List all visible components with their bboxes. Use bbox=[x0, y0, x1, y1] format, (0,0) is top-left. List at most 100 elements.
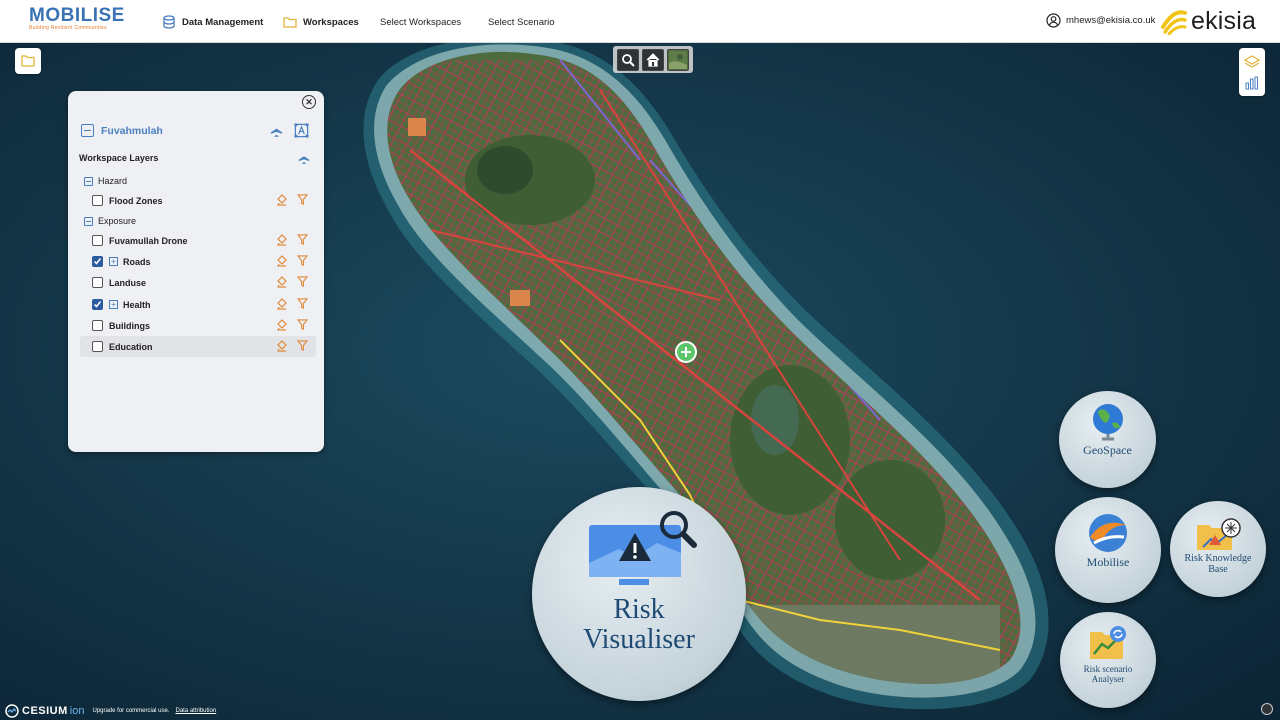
group-exposure-label: Exposure bbox=[98, 216, 137, 226]
cesium-wordmark: CESIUM bbox=[22, 705, 68, 717]
nav-data-management-label: Data Management bbox=[182, 16, 264, 28]
data-attribution-link[interactable]: Data attribution bbox=[176, 708, 217, 714]
nav-select-workspaces-label: Select Workspaces bbox=[380, 16, 462, 28]
filter-icon[interactable] bbox=[297, 340, 308, 351]
search-icon bbox=[622, 53, 636, 67]
risk-knowledge-base-label: Risk Knowledge Base bbox=[1184, 553, 1252, 575]
mobilise-label: Mobilise bbox=[1086, 555, 1130, 569]
style-bucket-icon[interactable] bbox=[276, 319, 288, 331]
style-bucket-icon[interactable] bbox=[276, 234, 288, 246]
risk-visualiser-app-button[interactable]: Risk Visualiser bbox=[532, 487, 746, 701]
style-bucket-icon[interactable] bbox=[276, 276, 288, 288]
workspace-layers-title: Workspace Layers bbox=[79, 153, 159, 163]
style-bucket-icon[interactable] bbox=[276, 255, 288, 267]
upgrade-notice: Upgrade for commercial use. bbox=[92, 708, 170, 714]
map-toolbar bbox=[613, 46, 693, 73]
layer-roads-label: Roads bbox=[123, 256, 151, 267]
layer-landuse: Landuse bbox=[80, 272, 316, 293]
user-account[interactable]: mhews@ekisia.co.uk bbox=[1046, 13, 1155, 28]
nav-select-workspaces[interactable]: Select Workspaces bbox=[380, 13, 461, 31]
search-button[interactable] bbox=[617, 48, 640, 71]
filter-icon[interactable] bbox=[297, 298, 308, 309]
edit-workspace-icon[interactable] bbox=[294, 123, 309, 138]
top-navbar: MOBILISE Building Resilient Communities … bbox=[0, 0, 1280, 43]
group-hazard[interactable]: Hazard bbox=[84, 176, 127, 186]
nav-select-scenario-label: Select Scenario bbox=[488, 16, 555, 28]
collapse-group-icon[interactable] bbox=[84, 176, 93, 186]
geospace-app-button[interactable]: GeoSpace bbox=[1059, 391, 1156, 488]
home-icon bbox=[646, 52, 660, 67]
workspace-header: Fuvahmulah bbox=[81, 124, 163, 137]
collapse-workspace-button[interactable] bbox=[81, 124, 94, 137]
home-button[interactable] bbox=[641, 48, 664, 71]
user-icon bbox=[1046, 13, 1061, 28]
fly-to-layers-icon[interactable] bbox=[297, 151, 311, 165]
database-icon bbox=[162, 15, 176, 29]
nav-workspaces[interactable]: Workspaces bbox=[283, 13, 359, 31]
folder-icon bbox=[283, 15, 297, 29]
layer-buildings: Buildings bbox=[80, 315, 316, 336]
layer-buildings-label: Buildings bbox=[109, 320, 150, 331]
knowledge-folder-brain-icon bbox=[1197, 518, 1241, 550]
group-exposure[interactable]: Exposure bbox=[84, 216, 136, 226]
layer-drone-checkbox[interactable] bbox=[92, 235, 103, 246]
user-email: mhews@ekisia.co.uk bbox=[1066, 15, 1156, 26]
style-bucket-icon[interactable] bbox=[276, 340, 288, 352]
style-bucket-icon[interactable] bbox=[276, 194, 288, 206]
style-bucket-icon[interactable] bbox=[276, 298, 288, 310]
open-workspace-folder-button[interactable] bbox=[15, 48, 41, 74]
base-layer-picker-button[interactable] bbox=[666, 48, 689, 71]
risk-scenario-analyser-label: Risk scenario Analyser bbox=[1083, 664, 1133, 684]
ekisia-swirl-icon bbox=[1161, 10, 1187, 35]
close-icon: ✕ bbox=[305, 96, 313, 107]
layer-health-label: Health bbox=[123, 299, 151, 310]
layer-roads-checkbox[interactable] bbox=[92, 256, 103, 267]
layer-landuse-checkbox[interactable] bbox=[92, 277, 103, 288]
nav-data-management[interactable]: Data Management bbox=[162, 13, 263, 31]
layer-flood-zones-checkbox[interactable] bbox=[92, 195, 103, 206]
filter-icon[interactable] bbox=[297, 276, 308, 287]
geospace-label: GeoSpace bbox=[1083, 443, 1132, 457]
filter-icon[interactable] bbox=[297, 194, 308, 205]
mobilise-logo[interactable]: MOBILISE Building Resilient Communities bbox=[29, 6, 125, 31]
filter-icon[interactable] bbox=[297, 255, 308, 266]
globe-icon bbox=[1092, 404, 1123, 441]
expand-layer-button[interactable]: + bbox=[109, 257, 118, 266]
risk-visualiser-label: Risk Visualiser bbox=[583, 594, 695, 655]
cesium-ion-wordmark: ion bbox=[69, 705, 85, 717]
fly-to-workspace-icon[interactable] bbox=[269, 123, 284, 138]
filter-icon[interactable] bbox=[297, 319, 308, 330]
layer-buildings-checkbox[interactable] bbox=[92, 320, 103, 331]
ekisia-logo: ekisia bbox=[1160, 7, 1256, 35]
close-panel-button[interactable]: ✕ bbox=[302, 95, 316, 109]
layer-drone: Fuvamullah Drone bbox=[80, 230, 316, 251]
expand-layer-button[interactable]: + bbox=[109, 300, 118, 309]
filter-icon[interactable] bbox=[297, 234, 308, 245]
imagery-thumbnail-icon bbox=[668, 50, 687, 69]
mobilise-app-button[interactable]: Mobilise bbox=[1055, 497, 1161, 603]
nav-workspaces-label: Workspaces bbox=[303, 16, 359, 28]
layer-education-checkbox[interactable] bbox=[92, 341, 103, 352]
layer-flood-zones: Flood Zones bbox=[80, 190, 316, 211]
risk-knowledge-base-app-button[interactable]: Risk Knowledge Base bbox=[1170, 501, 1266, 597]
health-marker-icon[interactable] bbox=[675, 341, 697, 363]
brand-name: MOBILISE bbox=[29, 5, 125, 26]
layer-health-checkbox[interactable] bbox=[92, 299, 103, 310]
nav-select-scenario[interactable]: Select Scenario bbox=[488, 13, 555, 31]
bar-chart-icon[interactable] bbox=[1244, 75, 1260, 91]
collapse-group-icon[interactable] bbox=[84, 216, 93, 226]
checkmark-icon bbox=[93, 301, 102, 308]
layer-drone-label: Fuvamullah Drone bbox=[109, 235, 188, 246]
risk-monitor-icon bbox=[589, 511, 697, 585]
mobilise-swirl-icon bbox=[1089, 514, 1127, 552]
layer-education: Education bbox=[80, 336, 316, 357]
folder-icon bbox=[21, 55, 35, 67]
fullscreen-button[interactable] bbox=[1261, 703, 1273, 715]
layers-icon[interactable] bbox=[1244, 54, 1260, 70]
checkmark-icon bbox=[93, 258, 102, 265]
map-widget-stack bbox=[1239, 48, 1265, 96]
workspace-actions bbox=[269, 123, 309, 138]
ekisia-wordmark: ekisia bbox=[1191, 6, 1257, 35]
risk-scenario-analyser-app-button[interactable]: Risk scenario Analyser bbox=[1060, 612, 1156, 708]
layer-roads: + Roads bbox=[80, 251, 316, 272]
